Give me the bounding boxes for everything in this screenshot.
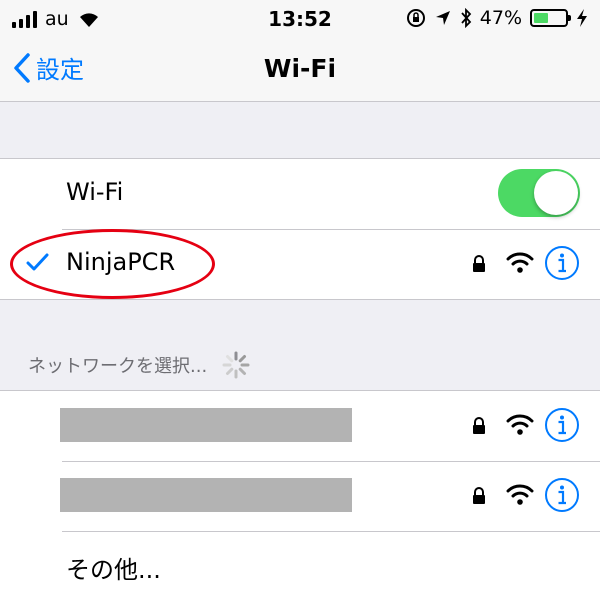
network-row[interactable] bbox=[0, 391, 600, 461]
wifi-group: Wi-Fi NinjaPCR bbox=[0, 158, 600, 300]
redacted-network-name bbox=[60, 408, 352, 442]
lock-icon bbox=[473, 417, 485, 434]
location-icon bbox=[435, 11, 450, 25]
checkmark-icon bbox=[26, 253, 49, 271]
status-bar: au 13:52 47% bbox=[0, 0, 600, 40]
battery-icon bbox=[530, 9, 571, 27]
wifi-toggle-switch[interactable] bbox=[498, 169, 580, 217]
network-list: その他... bbox=[0, 390, 600, 600]
wifi-signal-icon bbox=[506, 252, 534, 273]
toggle-knob bbox=[534, 171, 578, 215]
connected-network-name: NinjaPCR bbox=[66, 248, 176, 276]
page-title: Wi-Fi bbox=[263, 54, 337, 83]
info-icon[interactable] bbox=[544, 245, 580, 281]
other-network-label: その他... bbox=[66, 556, 161, 584]
battery-percent: 47% bbox=[479, 7, 522, 29]
other-network-row[interactable]: その他... bbox=[0, 531, 600, 600]
network-list-header: ネットワークを選択... bbox=[28, 350, 251, 380]
lock-icon bbox=[473, 487, 485, 504]
status-right: 47% bbox=[406, 7, 588, 29]
redacted-network-name bbox=[60, 478, 352, 512]
connected-network-row[interactable]: NinjaPCR bbox=[0, 229, 600, 299]
orientation-lock-icon bbox=[406, 9, 425, 27]
network-list-header-label: ネットワークを選択... bbox=[28, 356, 208, 377]
lock-icon bbox=[473, 255, 485, 272]
network-row[interactable] bbox=[0, 461, 600, 531]
charging-icon bbox=[577, 9, 587, 27]
wifi-toggle-label: Wi-Fi bbox=[66, 178, 124, 206]
info-icon[interactable] bbox=[544, 477, 580, 513]
wifi-signal-icon bbox=[506, 414, 534, 435]
loading-spinner-icon bbox=[222, 351, 250, 379]
navigation-bar: 設定 Wi-Fi bbox=[0, 40, 600, 102]
battery-level bbox=[534, 13, 549, 23]
wifi-signal-icon bbox=[506, 484, 534, 505]
wifi-toggle-row: Wi-Fi bbox=[0, 159, 600, 229]
bluetooth-icon bbox=[461, 8, 472, 28]
info-icon[interactable] bbox=[544, 407, 580, 443]
